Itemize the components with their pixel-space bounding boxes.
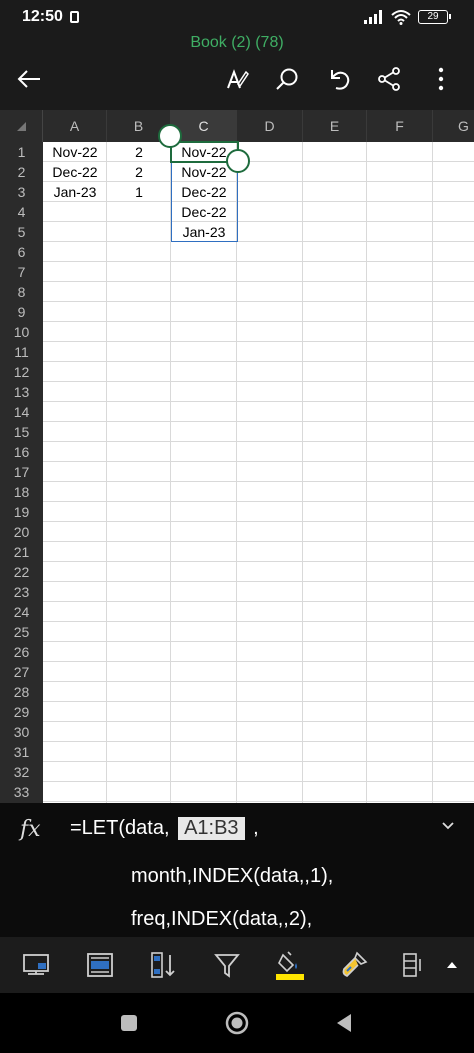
formula-text: =LET(data, <box>70 817 176 839</box>
status-bar: 12:50 29 <box>0 0 474 34</box>
search-icon[interactable] <box>272 64 302 94</box>
row-header[interactable]: 32 <box>0 762 43 782</box>
column-header-e[interactable]: E <box>303 110 367 142</box>
battery-icon: 29 <box>418 10 451 24</box>
selection-handle-top-left[interactable] <box>158 124 182 148</box>
formula-line-1[interactable]: =LET(data, A1:B3 , <box>70 817 259 840</box>
fill-color-icon[interactable] <box>274 949 306 981</box>
row-header[interactable]: 7 <box>0 262 43 282</box>
row-header[interactable]: 10 <box>0 322 43 342</box>
row-header[interactable]: 13 <box>0 382 43 402</box>
back-triangle-icon[interactable] <box>335 1012 353 1034</box>
column-header-a[interactable]: A <box>43 110 107 142</box>
formula-line-2[interactable]: month,INDEX(data,,1), <box>131 865 333 888</box>
select-all-corner[interactable] <box>0 110 43 142</box>
formula-bar[interactable]: fx =LET(data, A1:B3 , month,INDEX(data,,… <box>0 803 474 937</box>
row-header[interactable]: 22 <box>0 562 43 582</box>
row-header[interactable]: 33 <box>0 782 43 802</box>
row-header[interactable]: 16 <box>0 442 43 462</box>
cell-b2[interactable]: 2 <box>107 162 171 182</box>
cell-a1[interactable]: Nov-22 <box>43 142 107 162</box>
row-header[interactable]: 8 <box>0 282 43 302</box>
title-bar: Book (2) (78) <box>0 34 474 110</box>
document-title: Book (2) (78) <box>190 34 284 51</box>
row-header[interactable]: 5 <box>0 222 43 242</box>
row-header[interactable]: 9 <box>0 302 43 322</box>
fx-icon: fx <box>20 817 41 842</box>
row-header[interactable]: 4 <box>0 202 43 222</box>
row-header[interactable]: 21 <box>0 542 43 562</box>
view-icon[interactable] <box>20 949 52 981</box>
sort-icon[interactable] <box>147 949 179 981</box>
row-header[interactable]: 17 <box>0 462 43 482</box>
filter-icon[interactable] <box>211 949 243 981</box>
expand-up-icon[interactable] <box>436 949 468 981</box>
row-header-bar: 1 2 3 4 5 6 7 8 9 10 11 12 13 14 15 16 17 18 19 20 21 22 23 24 2… <box>0 142 43 803</box>
layout-icon[interactable] <box>84 949 116 981</box>
row-header[interactable]: 31 <box>0 742 43 762</box>
row-header[interactable]: 24 <box>0 602 43 622</box>
wifi-icon <box>391 10 411 25</box>
column-header-g[interactable]: G <box>433 110 474 142</box>
row-header[interactable]: 3 <box>0 182 43 202</box>
chevron-down-icon[interactable] <box>440 821 456 831</box>
lock-icon <box>70 11 79 23</box>
recents-square-icon[interactable] <box>120 1014 138 1032</box>
draw-pen-icon[interactable] <box>222 64 252 94</box>
status-time: 12:50 <box>22 8 63 25</box>
column-header-f[interactable]: F <box>367 110 433 142</box>
row-header[interactable]: 19 <box>0 502 43 522</box>
row-header[interactable]: 15 <box>0 422 43 442</box>
row-header[interactable]: 23 <box>0 582 43 602</box>
selection-handle-bottom-right[interactable] <box>226 149 250 173</box>
undo-icon[interactable] <box>324 64 354 94</box>
row-header[interactable]: 2 <box>0 162 43 182</box>
row-header[interactable]: 28 <box>0 682 43 702</box>
row-header[interactable]: 12 <box>0 362 43 382</box>
row-header[interactable]: 18 <box>0 482 43 502</box>
system-nav-bar <box>0 993 474 1053</box>
row-header[interactable]: 1 <box>0 142 43 162</box>
signal-icon <box>364 10 382 24</box>
bottom-toolbar <box>0 937 474 993</box>
row-header[interactable]: 6 <box>0 242 43 262</box>
column-header-d[interactable]: D <box>237 110 303 142</box>
cell-a2[interactable]: Dec-22 <box>43 162 107 182</box>
formula-text: , <box>247 817 259 839</box>
cell-area[interactable]: Nov-22 Dec-22 Jan-23 2 2 1 Nov-22 Nov-22… <box>43 124 474 803</box>
more-vertical-icon[interactable] <box>426 64 456 94</box>
row-header[interactable]: 30 <box>0 722 43 742</box>
share-icon[interactable] <box>374 64 404 94</box>
formula-line-3[interactable]: freq,INDEX(data,,2), <box>131 908 312 931</box>
row-header[interactable]: 27 <box>0 662 43 682</box>
row-header[interactable]: 11 <box>0 342 43 362</box>
row-header[interactable]: 14 <box>0 402 43 422</box>
back-arrow-icon[interactable] <box>14 64 44 94</box>
cell-a3[interactable]: Jan-23 <box>43 182 107 202</box>
row-header[interactable]: 29 <box>0 702 43 722</box>
row-header[interactable]: 20 <box>0 522 43 542</box>
formula-range-reference[interactable]: A1:B3 <box>178 817 245 840</box>
format-painter-icon[interactable] <box>338 949 370 981</box>
spreadsheet-grid[interactable]: A B C D E F G 1 2 3 4 5 6 7 8 9 10 11 12 13 14 15 16 17 1… <box>0 110 474 803</box>
home-circle-icon[interactable] <box>225 1011 249 1035</box>
cell-b3[interactable]: 1 <box>107 182 171 202</box>
row-header[interactable]: 26 <box>0 642 43 662</box>
column-header-bar: A B C D E F G <box>0 110 474 142</box>
row-header[interactable]: 25 <box>0 622 43 642</box>
insert-column-icon[interactable] <box>398 949 430 981</box>
